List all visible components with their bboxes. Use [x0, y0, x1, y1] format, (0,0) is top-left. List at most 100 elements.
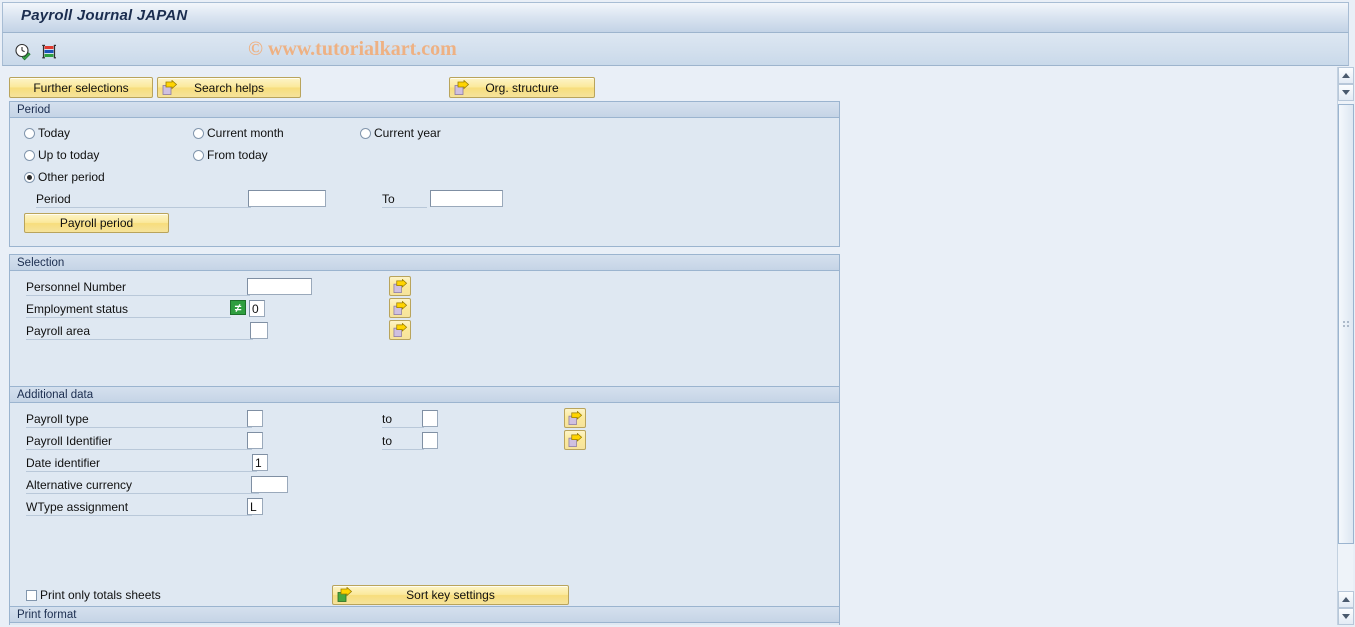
- date-identifier-input[interactable]: [252, 454, 268, 471]
- payroll-identifier-underline: [26, 449, 252, 450]
- period-group: Period Today Current month Current year …: [9, 101, 840, 247]
- scroll-thumb[interactable]: [1338, 104, 1354, 544]
- selection-screen-body: Further selections Search helps Org. str…: [2, 67, 1324, 625]
- alternative-currency-input[interactable]: [251, 476, 288, 493]
- period-to-input[interactable]: [430, 190, 503, 207]
- radio-current-year[interactable]: Current year: [360, 126, 441, 140]
- radio-label: Today: [38, 126, 71, 140]
- payroll-area-underline: [26, 339, 253, 340]
- page-title: Payroll Journal JAPAN: [21, 7, 188, 24]
- payroll-identifier-multiple-selection-button[interactable]: [564, 430, 586, 450]
- scroll-up-button[interactable]: [1338, 67, 1354, 84]
- additional-data-group: Additional data Payroll type to Payroll …: [9, 386, 840, 625]
- radio-indicator: [193, 149, 204, 161]
- radio-indicator: [193, 127, 204, 139]
- radio-label: From today: [207, 148, 268, 162]
- arrow-page-icon: [393, 322, 407, 337]
- radio-label: Current year: [374, 126, 441, 140]
- print-format-group-header: Print format: [10, 607, 839, 623]
- arrow-page-icon: [393, 278, 407, 293]
- wtype-assignment-label: WType assignment: [26, 500, 129, 514]
- payroll-type-from-input[interactable]: [247, 410, 263, 427]
- checkbox-indicator: [26, 589, 37, 601]
- payroll-type-to-input[interactable]: [422, 410, 438, 427]
- application-toolbar: [2, 33, 1349, 66]
- payroll-type-label: Payroll type: [26, 412, 89, 426]
- payroll-identifier-from-input[interactable]: [247, 432, 263, 449]
- payroll-identifier-to-underline: [382, 449, 424, 450]
- wtype-assignment-input[interactable]: [247, 498, 263, 515]
- date-identifier-label: Date identifier: [26, 456, 101, 470]
- org-structure-button[interactable]: Org. structure: [449, 77, 595, 98]
- payroll-type-underline: [26, 427, 252, 428]
- period-field-label: Period: [36, 192, 71, 206]
- alternative-currency-underline: [26, 493, 259, 494]
- payroll-identifier-label: Payroll Identifier: [26, 434, 113, 448]
- scroll-down-button-bottom[interactable]: [1338, 608, 1354, 625]
- employment-status-underline: [26, 317, 231, 318]
- radio-label: Up to today: [38, 148, 100, 162]
- payroll-identifier-to-input[interactable]: [422, 432, 438, 449]
- period-to-underline: [382, 207, 427, 208]
- period-to-label: To: [382, 192, 395, 206]
- payroll-period-button[interactable]: Payroll period: [24, 213, 169, 233]
- personnel-number-label: Personnel Number: [26, 280, 127, 294]
- search-helps-button[interactable]: Search helps: [157, 77, 301, 98]
- chevron-up-icon: [1342, 73, 1350, 78]
- arrow-page-icon: [393, 300, 407, 315]
- scroll-grip-icon: [1343, 321, 1349, 327]
- employment-status-operator-icon[interactable]: ≠: [230, 300, 246, 315]
- payroll-type-to-label: to: [382, 412, 393, 426]
- period-field-underline: [36, 207, 251, 208]
- payroll-area-label: Payroll area: [26, 324, 91, 338]
- further-selections-button[interactable]: Further selections: [9, 77, 153, 98]
- checkbox-print-only-totals-sheets[interactable]: Print only totals sheets: [26, 588, 161, 602]
- radio-indicator: [24, 171, 35, 183]
- radio-from-today[interactable]: From today: [193, 148, 268, 162]
- selection-group-header: Selection: [10, 255, 839, 271]
- scroll-down-button[interactable]: [1338, 84, 1354, 101]
- variant-chart-icon[interactable]: [40, 43, 58, 61]
- radio-label: Current month: [207, 126, 284, 140]
- chevron-up-icon: [1342, 597, 1350, 602]
- arrow-page-icon: [568, 432, 582, 447]
- sap-selection-screen: Payroll Journal JAPAN © www.tutorialkart…: [0, 0, 1355, 627]
- employment-status-multiple-selection-button[interactable]: [389, 298, 411, 318]
- personnel-number-underline: [26, 295, 250, 296]
- sort-key-settings-button[interactable]: Sort key settings: [332, 585, 569, 605]
- date-identifier-underline: [26, 471, 257, 472]
- radio-indicator: [24, 127, 35, 139]
- period-from-input[interactable]: [248, 190, 326, 207]
- payroll-identifier-to-label: to: [382, 434, 393, 448]
- additional-data-group-header: Additional data: [10, 387, 839, 403]
- personnel-number-multiple-selection-button[interactable]: [389, 276, 411, 296]
- radio-today[interactable]: Today: [24, 126, 70, 140]
- arrow-page-icon: [162, 79, 178, 95]
- radio-current-month[interactable]: Current month: [193, 126, 284, 140]
- arrow-page-icon: [454, 79, 470, 95]
- page-vertical-scrollbar[interactable]: [1337, 67, 1354, 625]
- payroll-area-multiple-selection-button[interactable]: [389, 320, 411, 340]
- wtype-assignment-underline: [26, 515, 252, 516]
- chevron-down-icon: [1342, 614, 1350, 619]
- period-group-header: Period: [10, 102, 839, 118]
- checkbox-label: Print only totals sheets: [40, 588, 161, 602]
- window-title-bar: Payroll Journal JAPAN: [2, 2, 1349, 33]
- radio-other-period[interactable]: Other period: [24, 170, 105, 184]
- arrow-page-icon: [568, 410, 582, 425]
- employment-status-label: Employment status: [26, 302, 129, 316]
- alternative-currency-label: Alternative currency: [26, 478, 133, 492]
- employment-status-input[interactable]: [249, 300, 265, 317]
- arrow-green-page-icon: [337, 587, 353, 602]
- execute-clock-icon[interactable]: [14, 43, 32, 61]
- chevron-down-icon: [1342, 90, 1350, 95]
- radio-up-to-today[interactable]: Up to today: [24, 148, 99, 162]
- personnel-number-input[interactable]: [247, 278, 312, 295]
- radio-indicator: [24, 149, 35, 161]
- radio-label: Other period: [38, 170, 105, 184]
- payroll-type-multiple-selection-button[interactable]: [564, 408, 586, 428]
- scroll-up-button-bottom[interactable]: [1338, 591, 1354, 608]
- payroll-type-to-underline: [382, 427, 424, 428]
- print-format-group: Print format: [9, 606, 840, 625]
- payroll-area-input[interactable]: [250, 322, 268, 339]
